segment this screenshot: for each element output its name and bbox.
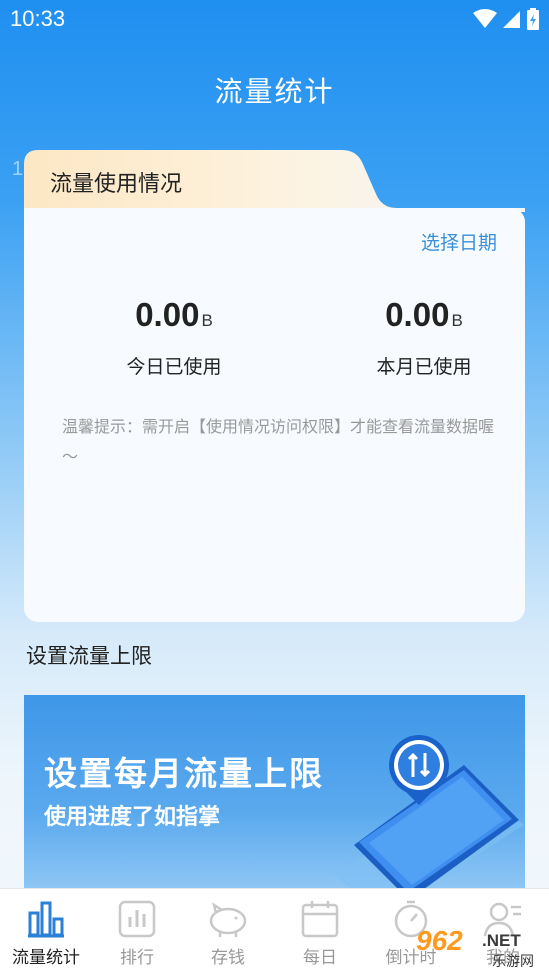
phone-illustration-icon [334,735,524,890]
nav-item-ranking[interactable]: 排行 [91,889,183,976]
nav-label: 存钱 [211,948,245,968]
page-title: 流量统计 [214,75,335,108]
select-date-link[interactable]: 选择日期 [421,228,497,255]
nav-label: 流量统计 [12,948,80,968]
banner-title: 设置每月流量上限 [44,754,324,793]
site-logo: 962 .NET 乐游网 [410,925,545,973]
nav-item-savings[interactable]: 存钱 [182,889,274,976]
bar-chart-icon [28,901,64,938]
today-usage-label: 今日已使用 [126,356,222,378]
month-usage-value: 0.00 [385,296,450,333]
site-logo-suffix: .NET [482,931,521,950]
battery-icon [527,8,539,30]
today-usage-unit: B [201,311,213,330]
today-usage: 0.00 B 今日已使用 [74,296,274,379]
ranking-icon [118,900,156,938]
status-icons [473,8,539,30]
nav-item-daily[interactable]: 每日 [274,889,366,976]
status-bar: 10:33 [0,0,549,38]
site-logo-number: 962 [416,925,463,956]
wifi-icon [473,9,497,28]
set-limit-banner[interactable]: 设置每月流量上限 使用进度了如指掌 [24,695,525,890]
month-usage-label: 本月已使用 [376,356,472,378]
nav-item-traffic-stats[interactable]: 流量统计 [0,889,92,976]
usage-card-body: 选择日期 0.00 B 今日已使用 0.00 B 本月已使用 温馨提示：需开启【使用… [24,208,525,622]
piggy-bank-icon [209,902,247,937]
usage-card-title: 流量使用情况 [50,172,183,197]
nav-label: 每日 [303,948,337,968]
usage-card-tab: 流量使用情况 [24,150,525,212]
usage-card: 流量使用情况 选择日期 0.00 B 今日已使用 0.00 B 本月已使用 温馨提示… [24,150,525,622]
permission-tip: 温馨提示：需开启【使用情况访问权限】才能查看流量数据喔～ [62,417,495,466]
site-logo-caption: 乐游网 [492,954,534,970]
limit-section-title: 设置流量上限 [26,644,152,668]
status-time: 10:33 [10,6,66,31]
nav-label: 排行 [120,948,154,968]
month-usage-unit: B [451,311,463,330]
today-usage-value: 0.00 [135,296,200,333]
month-usage: 0.00 B 本月已使用 [324,296,524,379]
banner-subtitle: 使用进度了如指掌 [44,805,221,830]
calendar-icon [301,901,339,938]
signal-icon [503,11,520,28]
